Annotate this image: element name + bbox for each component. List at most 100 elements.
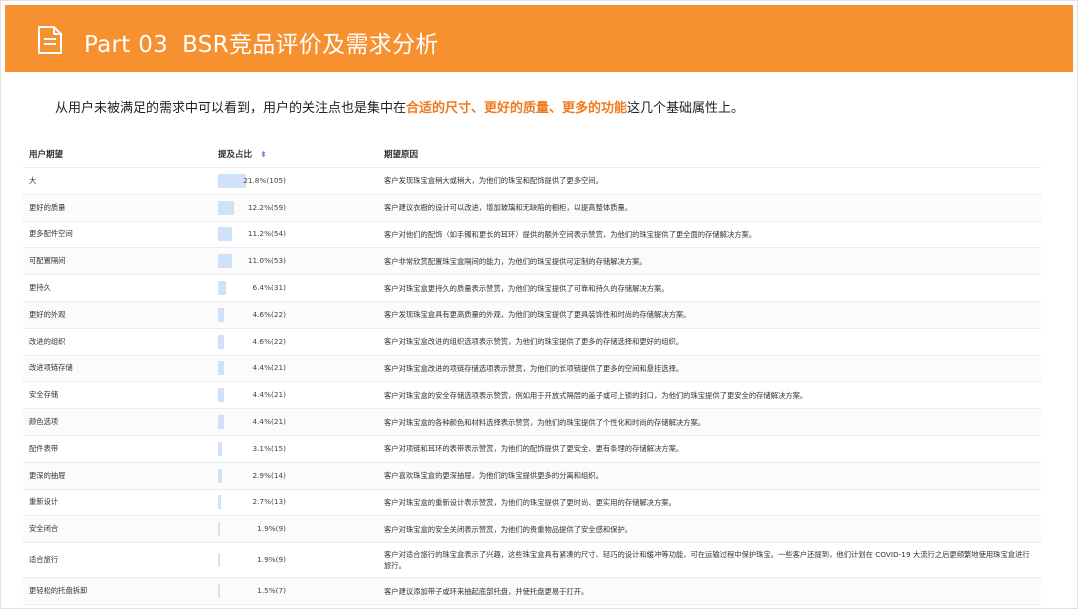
table-row: 安全闭合 1.9%(9) 客户对珠宝盒的安全关闭表示赞赏，为他们的贵重物品提供了安全… [23,516,1041,544]
cell-reason: 客户对珠宝盒的安全存储选项表示赞赏，例如用于开放式隔层的盖子或可上锁的封口，为他… [384,390,808,400]
sort-icon[interactable]: ⬍ [260,150,267,159]
cell-ratio: 1.9%(9) [213,522,379,537]
cell-expectation: 安全存储 [29,390,59,400]
header-ratio[interactable]: 提及占比 ⬍ [213,148,379,160]
table-row: 安全存储 4.4%(21) 客户对珠宝盒的安全存储选项表示赞赏，例如用于开放式隔层的… [23,382,1041,410]
cell-reason: 客户对他们的配饰（如手镯和更长的耳环）提供的额外空间表示赞赏，为他们的珠宝提供了… [384,229,757,239]
cell-expectation: 更持久 [29,283,51,293]
cell-ratio: 3.1%(15) [213,441,379,456]
intro-suffix: 这几个基础属性上。 [627,101,745,116]
document-icon [38,26,62,54]
ratio-text: 6.4%(31) [252,283,286,293]
cell-reason: 客户对珠宝盒改进的组织选项表示赞赏，为他们的珠宝提供了更多的存储选择和更好的组织… [384,337,684,347]
cell-expectation: 适合旅行 [29,555,59,565]
ratio-bar-wrap: 6.4%(31) [218,281,286,296]
cell-expectation: 更多配件空间 [29,229,73,239]
cell-ratio: 1.5%(7) [213,584,379,599]
slide: Part 03 BSR竞品评价及需求分析 从用户未被满足的需求中可以看到，用户的关… [0,0,1078,609]
cell-expectation: 配件表带 [29,443,59,453]
table-row: 配件表带 3.1%(15) 客户对项链和耳环的表带表示赞赏，为他们的配饰提供了更安全… [23,436,1041,463]
cell-expectation: 更好的质量 [29,202,66,212]
ratio-text: 11.0%(53) [247,256,286,266]
ratio-bar-wrap: 2.9%(14) [218,468,286,483]
cell-reason: 客户对项链和耳环的表带表示赞赏，为他们的配饰提供了更安全、更有条理的存储解决方案… [384,444,684,454]
ratio-bar-wrap: 11.2%(54) [218,227,286,242]
ratio-bar-wrap: 4.4%(21) [218,415,286,430]
cell-expectation: 可配置隔间 [29,256,66,266]
ratio-bar [218,584,220,599]
cell-reason: 客户对珠宝盒改进的项链存储选项表示赞赏，为他们的长项链提供了更多的空间和悬挂选择… [384,363,684,373]
cell-ratio: 2.7%(13) [213,495,379,510]
ratio-bar [218,468,222,483]
ratio-text: 1.9%(9) [257,555,286,565]
cell-ratio: 21.8%(105) [213,173,379,188]
table-row: 大 21.8%(105) 客户发现珠宝盒稍大或稍大，为他们的珠宝和配饰提供了更多空间… [23,168,1041,195]
header-bar: Part 03 BSR竞品评价及需求分析 [5,5,1073,72]
ratio-text: 4.4%(21) [252,417,286,427]
table-row: 更好的质量 12.2%(59) 客户建议衣橱的设计可以改进，增加玻璃和无缺陷的橱柜，… [23,194,1041,222]
ratio-text: 4.6%(22) [252,309,286,319]
cell-ratio: 12.2%(59) [213,200,379,215]
ratio-text: 4.4%(21) [252,390,286,400]
cell-ratio: 4.4%(21) [213,415,379,430]
cell-expectation: 安全闭合 [29,524,59,534]
cell-expectation: 改进的组织 [29,336,66,346]
cell-ratio: 6.4%(31) [213,281,379,296]
title-text: BSR竞品评价及需求分析 [182,32,439,58]
cell-expectation: 更轻松的托盘拆卸 [29,586,88,596]
cell-expectation: 大 [29,175,37,185]
table-body: 大 21.8%(105) 客户发现珠宝盒稍大或稍大，为他们的珠宝和配饰提供了更多空间… [23,168,1041,605]
ratio-bar [218,254,233,269]
ratio-bar-wrap: 4.6%(22) [218,307,286,322]
cell-reason: 客户对珠宝盒的重新设计表示赞赏，为他们的珠宝提供了更时尚、更实用的存储解决方案。 [384,497,676,507]
cell-expectation: 重新设计 [29,497,59,507]
ratio-bar-wrap: 11.0%(53) [218,254,286,269]
table-row: 颜色选项 4.4%(21) 客户对珠宝盒的各种颜色和材料选择表示赞赏，为他们的珠宝提… [23,409,1041,436]
ratio-bar-wrap: 1.9%(9) [218,553,286,568]
part-label: Part 03 [84,32,169,58]
cell-reason: 客户发现珠宝盒稍大或稍大，为他们的珠宝和配饰提供了更多空间。 [384,176,603,186]
ratio-bar [218,200,234,215]
ratio-bar-wrap: 4.6%(22) [218,334,286,349]
table-row: 更轻松的托盘拆卸 1.5%(7) 客户建议添加带子或环来抽起底部托盘，并使托盘更易于… [23,578,1041,605]
ratio-bar [218,553,221,568]
ratio-text: 21.8%(105) [243,175,286,185]
intro-highlight: 合适的尺寸、更好的质量、更多的功能 [406,101,628,116]
cell-expectation: 更好的外观 [29,309,66,319]
cell-reason: 客户对珠宝盒更持久的质量表示赞赏，为他们的珠宝提供了可靠和持久的存储解决方案。 [384,283,669,293]
ratio-text: 1.9%(9) [257,524,286,534]
table-row: 改进的组织 4.6%(22) 客户对珠宝盒改进的组织选项表示赞赏，为他们的珠宝提供了… [23,329,1041,356]
ratio-bar [218,307,224,322]
table-row: 可配置隔间 11.0%(53) 客户非常欣赏配置珠宝盒隔间的能力，为他们的珠宝提供可… [23,248,1041,276]
ratio-bar [218,441,222,456]
cell-ratio: 4.4%(21) [213,361,379,376]
ratio-text: 4.4%(21) [252,363,286,373]
cell-reason: 客户对珠宝盒的安全关闭表示赞赏，为他们的贵重物品提供了安全感和保护。 [384,524,633,534]
cell-expectation: 颜色选项 [29,417,59,427]
ratio-bar-wrap: 21.8%(105) [218,173,286,188]
table-row: 更好的外观 4.6%(22) 客户发现珠宝盒具有更高质量的外观，为他们的珠宝提供了更… [23,301,1041,329]
ratio-bar [218,522,221,537]
header-reason: 期望原因 [384,150,419,160]
ratio-bar-wrap: 1.5%(7) [218,584,286,599]
cell-reason: 客户建议衣橱的设计可以改进，增加玻璃和无缺陷的橱柜，以提高整体质量。 [384,203,633,213]
ratio-bar [218,281,227,296]
ratio-bar-wrap: 2.7%(13) [218,495,286,510]
cell-ratio: 4.6%(22) [213,307,379,322]
table-row: 更多配件空间 11.2%(54) 客户对他们的配饰（如手镯和更长的耳环）提供的额外空… [23,222,1041,249]
table-row: 改进项链存储 4.4%(21) 客户对珠宝盒改进的项链存储选项表示赞赏，为他们的长项… [23,355,1041,383]
ratio-text: 12.2%(59) [247,202,286,212]
table-row: 更深的抽屉 2.9%(14) 客户喜欢珠宝盒的更深抽屉，为他们的珠宝提供更多的分离和… [23,462,1041,490]
intro-prefix: 从用户未被满足的需求中可以看到，用户的关注点也是集中在 [55,101,407,116]
ratio-bar [218,334,224,349]
cell-ratio: 2.9%(14) [213,468,379,483]
ratio-text: 11.2%(54) [247,229,286,239]
ratio-bar [218,415,224,430]
header-expectation: 用户期望 [29,150,64,160]
cell-reason: 客户发现珠宝盒具有更高质量的外观，为他们的珠宝提供了更具装饰性和时尚的存储解决方… [384,310,691,320]
cell-ratio: 4.6%(22) [213,334,379,349]
ratio-bar-wrap: 12.2%(59) [218,200,286,215]
table-row: 适合旅行 1.9%(9) 客户对适合旅行的珠宝盒表示了兴趣，这些珠宝盒具有紧凑的尺寸… [23,543,1041,579]
demand-table: 用户期望 提及占比 ⬍ 期望原因 大 21.8%(105) 客户发现珠宝盒稍大或稍大，… [23,141,1041,605]
ratio-bar [218,227,233,242]
